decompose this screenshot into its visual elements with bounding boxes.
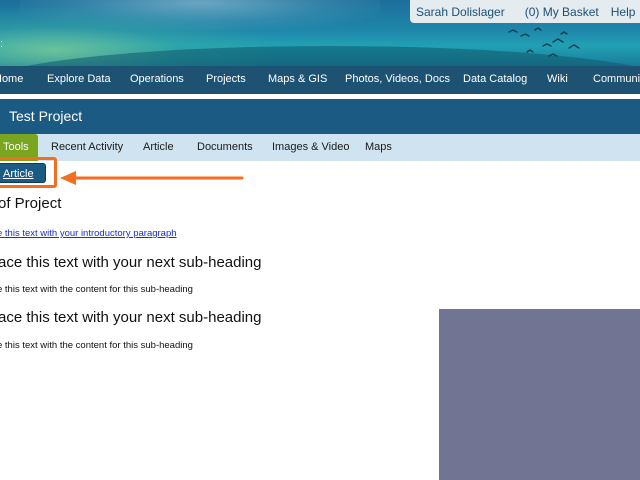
help-link[interactable]: Help: [611, 5, 636, 19]
project-title: Test Project: [9, 108, 83, 124]
nav-community[interactable]: Community: [593, 73, 640, 85]
article-heading: of Project: [0, 195, 62, 212]
nav-maps-gis[interactable]: Maps & GIS: [268, 73, 327, 85]
project-tabs: Tools Recent Activity Article Documents …: [0, 134, 640, 161]
sub-heading: ace this text with your next sub-heading: [0, 254, 262, 271]
nav-explore-data[interactable]: Explore Data: [47, 73, 111, 85]
tab-documents[interactable]: Documents: [197, 134, 253, 161]
nav-data-catalog[interactable]: Data Catalog: [463, 73, 527, 85]
nav-projects[interactable]: Projects: [206, 73, 246, 85]
sub-heading-body: e this text with the content for this su…: [0, 340, 193, 351]
basket-link[interactable]: (0) My Basket: [525, 5, 599, 19]
site-logo[interactable]: :: [0, 38, 6, 50]
tab-maps[interactable]: Maps: [365, 134, 392, 161]
intro-paragraph-link[interactable]: e this text with your introductory parag…: [0, 228, 177, 239]
tab-images-video[interactable]: Images & Video: [272, 134, 349, 161]
nav-photos-videos-docs[interactable]: Photos, Videos, Docs: [345, 73, 450, 85]
tab-recent-activity[interactable]: Recent Activity: [51, 134, 123, 161]
birds-icon: [508, 27, 580, 57]
arrow-left-icon: [60, 171, 244, 185]
media-placeholder: [439, 309, 640, 480]
project-header: Test Project: [0, 99, 640, 134]
user-bar: Sarah Dolislager (0) My Basket Help: [410, 0, 640, 23]
nav-home[interactable]: Home: [0, 73, 23, 85]
tab-article[interactable]: Article: [143, 134, 174, 161]
sub-heading: ace this text with your next sub-heading: [0, 309, 262, 326]
article-button[interactable]: Article: [0, 163, 46, 183]
main-nav: Home Explore Data Operations Projects Ma…: [0, 66, 640, 94]
site-banner: : Sarah Dolislager (0) My Basket Help: [0, 0, 640, 66]
sub-heading-body: e this text with the content for this su…: [0, 284, 193, 295]
user-name-link[interactable]: Sarah Dolislager: [416, 5, 505, 19]
nav-wiki[interactable]: Wiki: [547, 73, 568, 85]
nav-operations[interactable]: Operations: [130, 73, 184, 85]
